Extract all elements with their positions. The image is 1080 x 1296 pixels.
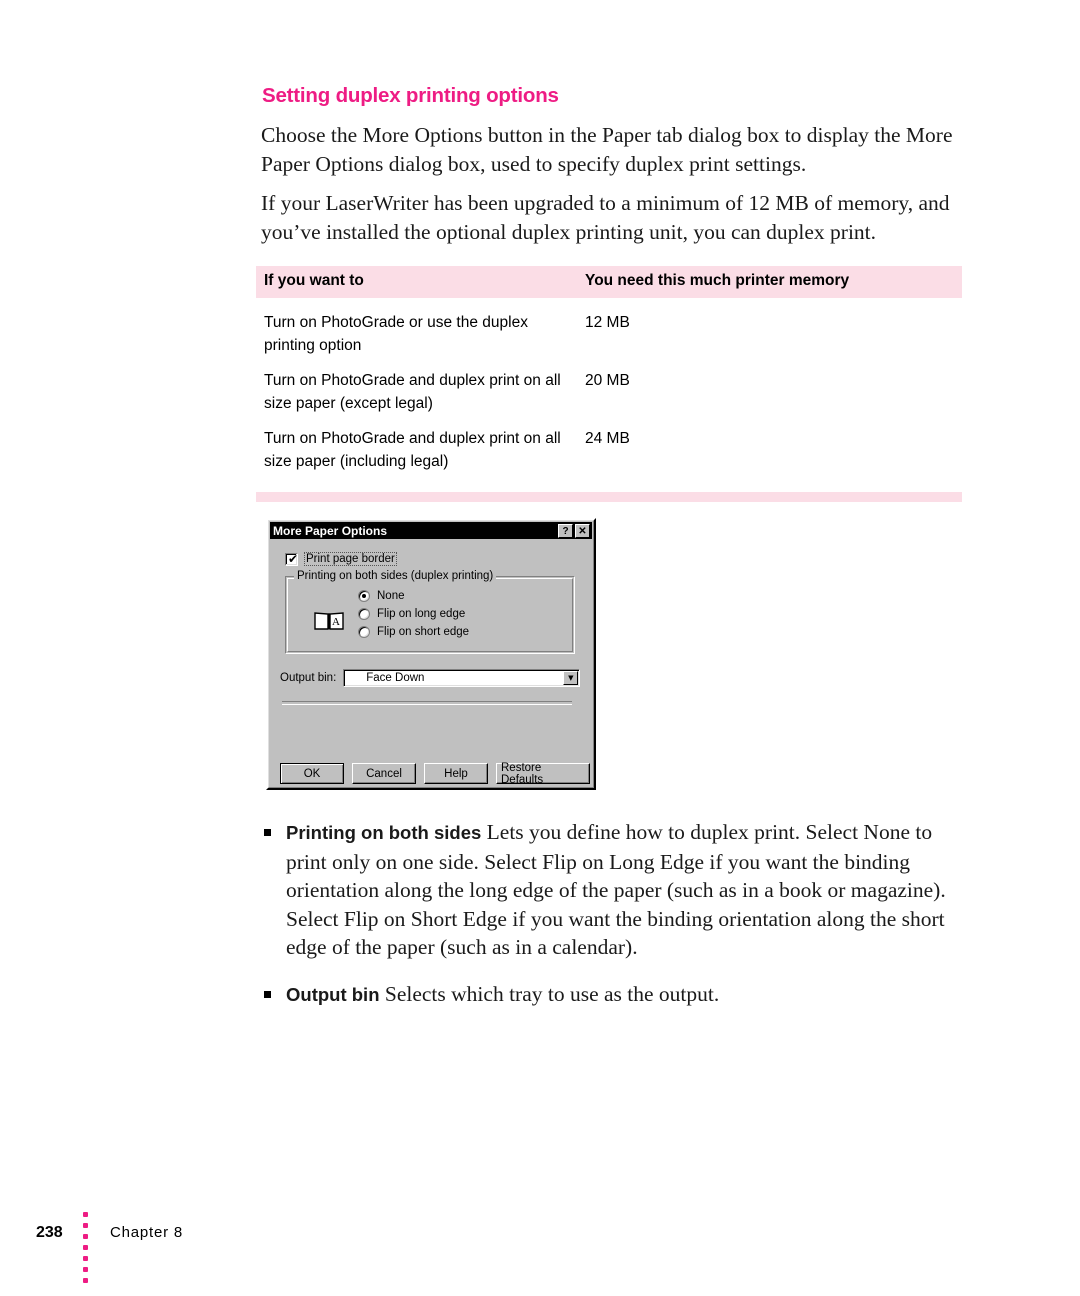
cancel-button[interactable]: Cancel [352,763,416,784]
footer-dot [83,1267,88,1272]
page-number: 238 [36,1224,63,1241]
chevron-down-icon[interactable]: ▼ [563,671,579,685]
table-column-header-memory: You need this much printer memory [585,272,850,289]
table-column-header-want: If you want to [264,272,364,289]
print-page-border-row[interactable]: ✔ Print page border [285,552,397,566]
output-bin-row: Output bin: Face Down ▼ [280,669,581,687]
table-row: Turn on PhotoGrade and duplex print on a… [256,428,962,486]
radio-option-flip-short-edge[interactable]: Flip on short edge [358,623,469,641]
book-with-letter-a-icon: A [314,609,344,636]
table-cell-want: Turn on PhotoGrade and duplex print on a… [264,372,561,412]
dialog-separator [282,701,572,705]
restore-defaults-button[interactable]: Restore Defaults [496,762,590,786]
dialog-titlebar: More Paper Options ? ✕ [270,522,592,539]
footer-dot [83,1278,88,1283]
radio-option-none[interactable]: None [358,587,469,605]
bullet-text: Selects which tray to use as the output. [384,981,720,1006]
checkmark-icon: ✔ [288,551,299,566]
printer-memory-table: If you want to You need this much printe… [256,266,962,502]
radio-indicator-flip-short-edge[interactable] [358,626,370,638]
help-titlebar-button[interactable]: ? [558,523,573,538]
footer-dot-rule [83,1212,88,1283]
intro-paragraph-1: Choose the More Options button in the Pa… [261,123,953,176]
section-heading: Setting duplex printing options [262,84,559,107]
table-cell-want: Turn on PhotoGrade and duplex print on a… [264,430,561,470]
bullet-term: Printing on both sides [286,822,482,843]
footer-dot [83,1256,88,1261]
radio-label-flip-short-edge: Flip on short edge [377,626,470,638]
table-header-row: If you want to You need this much printe… [256,266,962,298]
output-bin-select[interactable]: Face Down ▼ [343,669,581,687]
radio-indicator-flip-long-edge[interactable] [358,608,370,620]
table-cell-memory: 12 MB [585,314,630,331]
radio-label-flip-long-edge: Flip on long edge [377,608,466,620]
table-cell-memory: 20 MB [585,372,630,389]
document-page: Setting duplex printing options Choose t… [0,0,1080,1296]
dialog-title: More Paper Options [273,523,388,538]
footer-dot [83,1234,88,1239]
more-paper-options-dialog: More Paper Options ? ✕ ✔ Print page bord… [266,518,596,790]
print-page-border-label: Print page border [304,552,397,566]
table-body: Turn on PhotoGrade or use the duplex pri… [256,298,962,486]
svg-text:A: A [332,616,340,628]
duplex-radio-group: None Flip on long edge Flip on short edg… [358,587,469,641]
intro-paragraph-2: If your LaserWriter has been upgraded to… [261,191,950,244]
radio-indicator-none[interactable] [358,590,370,602]
option-descriptions-list: Printing on both sides Lets you define h… [262,818,962,1027]
dialog-body: ✔ Print page border Printing on both sid… [270,541,592,786]
print-page-border-checkbox[interactable]: ✔ [285,551,299,566]
footer-dot [83,1212,88,1217]
ok-button[interactable]: OK [280,763,344,784]
table-row: Turn on PhotoGrade and duplex print on a… [256,370,962,428]
table-bottom-rule [256,492,962,502]
duplex-group-legend: Printing on both sides (duplex printing) [294,570,497,582]
page-footer: 238 Chapter 8 [0,1212,1080,1288]
radio-option-flip-long-edge[interactable]: Flip on long edge [358,605,469,623]
table-row: Turn on PhotoGrade or use the duplex pri… [256,312,962,370]
duplex-group-box: Printing on both sides (duplex printing)… [285,570,575,654]
output-bin-value: Face Down [366,672,425,684]
footer-dot [83,1223,88,1228]
chapter-label: Chapter 8 [110,1224,184,1241]
dialog-button-row: OK Cancel Help Restore Defaults [280,762,590,786]
list-item: Output bin Selects which tray to use as … [262,980,962,1010]
close-icon[interactable]: ✕ [575,523,590,538]
output-bin-label: Output bin: [280,672,337,684]
footer-dot [83,1245,88,1250]
table-cell-want: Turn on PhotoGrade or use the duplex pri… [264,314,528,354]
bullet-term: Output bin [286,983,380,1005]
help-button[interactable]: Help [424,763,488,784]
radio-label-none: None [377,590,405,602]
table-cell-memory: 24 MB [585,430,630,447]
list-item: Printing on both sides Lets you define h… [262,818,962,962]
